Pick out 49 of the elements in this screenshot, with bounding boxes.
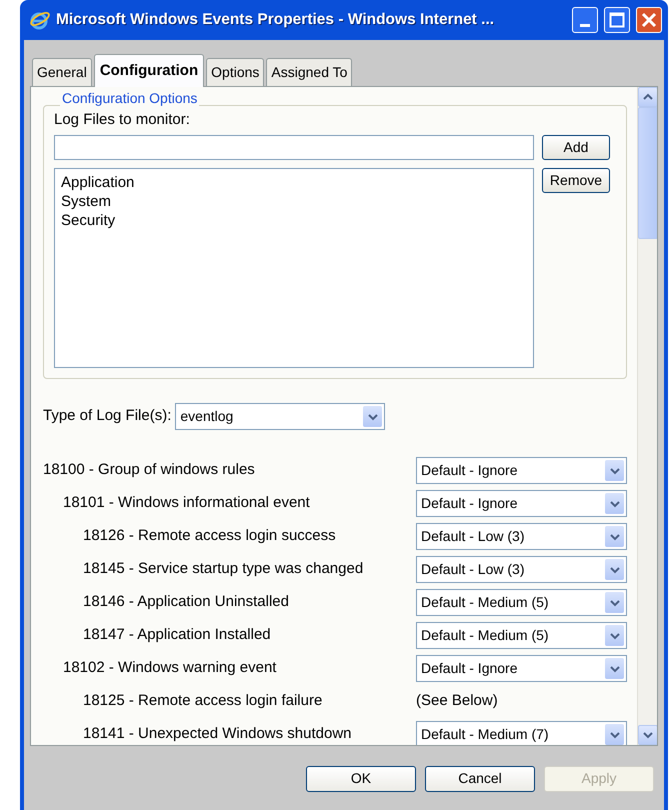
list-item[interactable]: Application: [61, 173, 527, 192]
tab[interactable]: Options: [206, 58, 264, 86]
dialog-button[interactable]: OK: [306, 766, 416, 792]
add-button[interactable]: Add: [542, 135, 610, 160]
minimize-button[interactable]: [572, 7, 598, 33]
dialog-button[interactable]: Cancel: [425, 766, 535, 792]
close-icon: [641, 12, 657, 28]
group-title: Configuration Options: [61, 90, 198, 104]
rule-label: 18125 - Remote access login failure: [82, 691, 322, 712]
field-label: Log Files to monitor:: [54, 110, 191, 130]
level-dropdown[interactable]: Default - Medium (5): [416, 589, 627, 616]
rule-label: 18102 - Windows warning event: [62, 658, 276, 678]
log-file-list[interactable]: Application System Security: [54, 168, 534, 368]
level-dropdown[interactable]: Default - Ignore: [416, 655, 627, 682]
close-button[interactable]: [636, 7, 662, 33]
tab[interactable]: Configuration: [94, 54, 204, 86]
tab[interactable]: Assigned To: [266, 58, 352, 86]
rule-label: 18100 - Group of windows rules: [43, 460, 255, 480]
rule-label: 18145 - Service startup type was changed: [82, 559, 364, 580]
level-dropdown[interactable]: Default - Medium (7): [416, 721, 627, 744]
browser-icon: [28, 9, 50, 31]
level-dropdown[interactable]: Default - Ignore: [416, 490, 627, 517]
rule-note: (See Below): [416, 691, 499, 712]
rule-label: 18147 - Application Installed: [82, 625, 271, 646]
rule-label: 18146 - Application Uninstalled: [82, 592, 289, 612]
scroll-thumb[interactable]: [638, 106, 657, 238]
tab[interactable]: General: [32, 58, 92, 86]
field-label: Type of Log File(s):: [43, 406, 172, 426]
minimize-icon: [580, 24, 590, 26]
rule-label: 18126 - Remote access login success: [82, 526, 336, 546]
level-dropdown[interactable]: Default - Ignore: [416, 457, 627, 484]
list-item[interactable]: System: [61, 192, 527, 211]
scroll-up-button[interactable]: [638, 86, 657, 106]
rule-label: 18141 - Unexpected Windows shutdown: [82, 724, 352, 744]
level-dropdown[interactable]: Default - Medium (5): [416, 622, 627, 649]
maximize-icon: [609, 12, 625, 28]
maximize-button[interactable]: [604, 7, 630, 33]
rule-label: 18101 - Windows informational event: [62, 493, 310, 514]
remove-button[interactable]: Remove: [542, 168, 610, 193]
scroll-down-button[interactable]: [638, 724, 657, 744]
level-dropdown[interactable]: Default - Low (3): [416, 556, 627, 583]
log-type-dropdown[interactable]: eventlog: [175, 403, 386, 430]
caret-up-icon: [643, 92, 653, 100]
scrollbar[interactable]: [637, 86, 657, 744]
list-item[interactable]: Security: [61, 211, 527, 230]
log-file-input[interactable]: [54, 135, 534, 160]
level-dropdown[interactable]: Default - Low (3): [416, 523, 627, 550]
window-title: Microsoft Windows Events Properties - Windows Internet ...: [56, 10, 494, 30]
caret-down-icon: [643, 730, 653, 738]
